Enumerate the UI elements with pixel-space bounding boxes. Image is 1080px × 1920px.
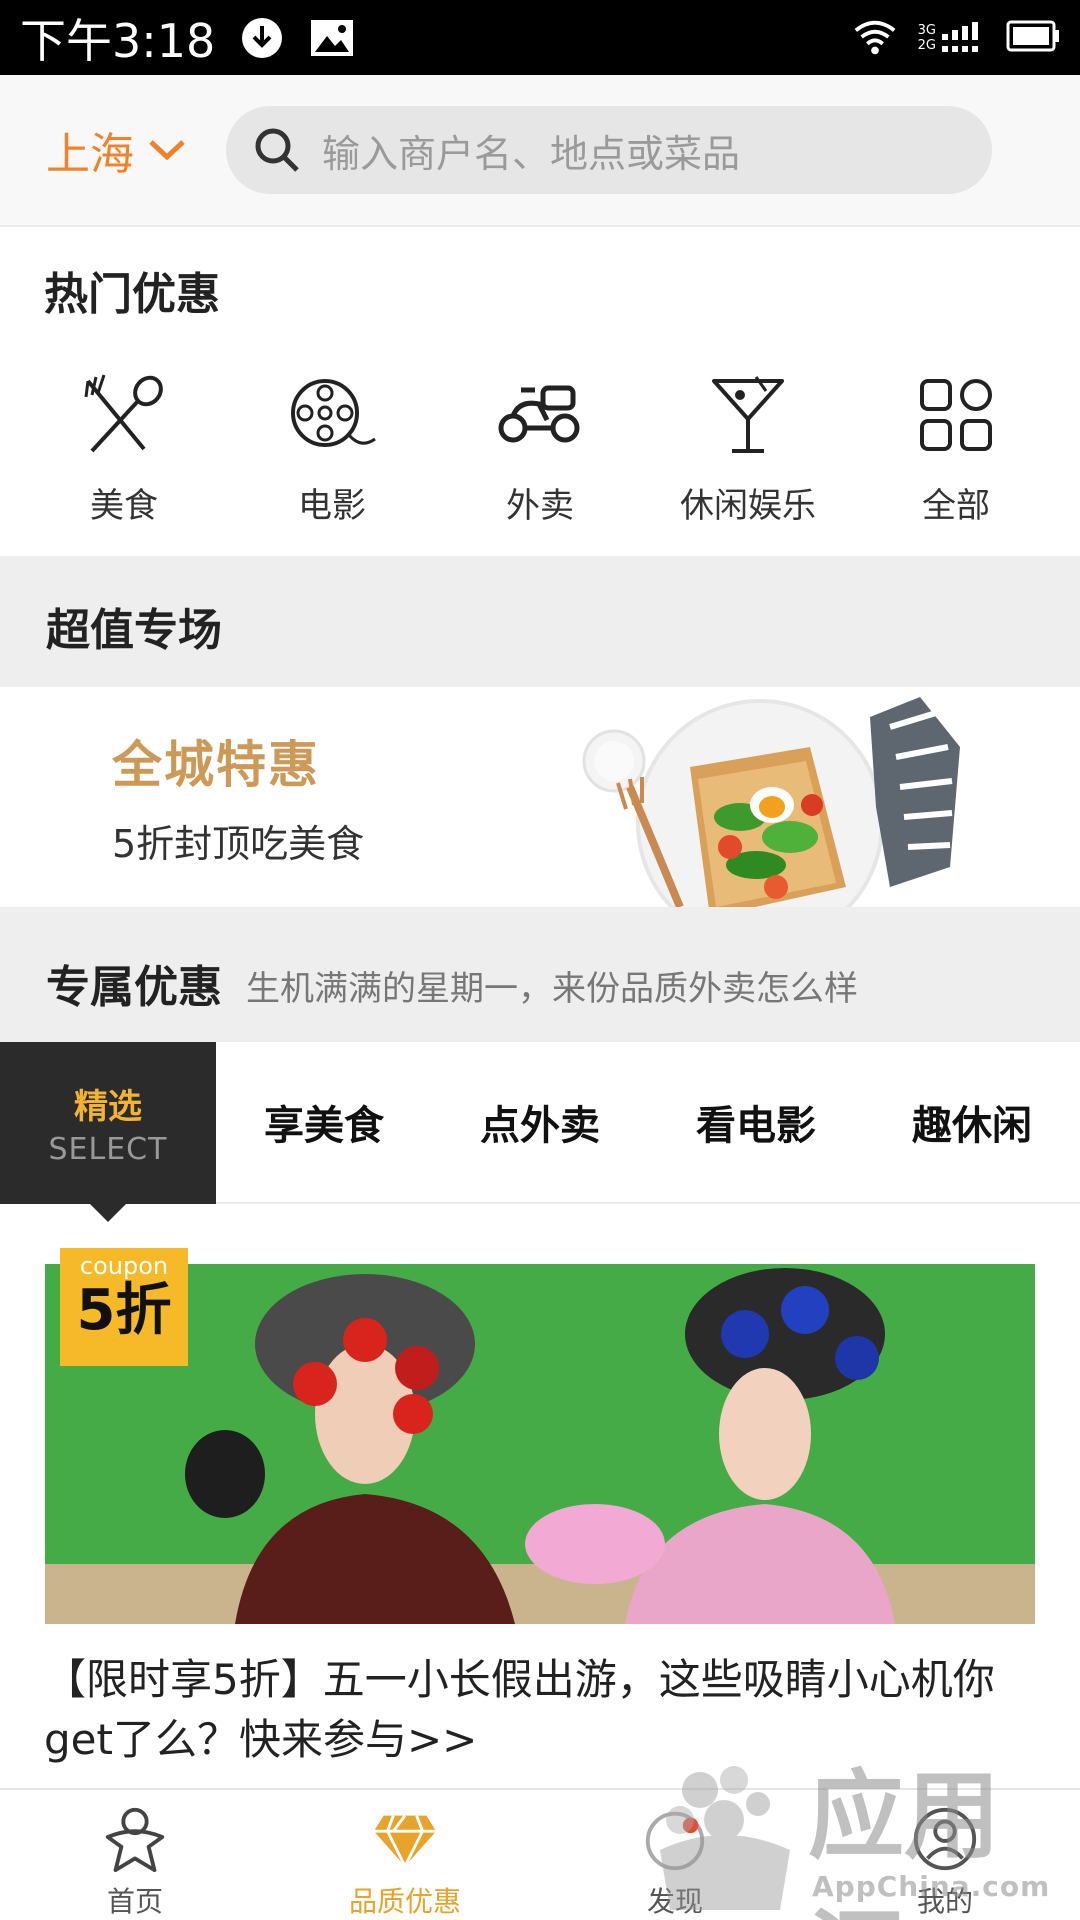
- nav-quality-deals[interactable]: 品质优惠: [270, 1790, 540, 1920]
- nav-home[interactable]: 首页: [0, 1790, 270, 1920]
- nav-label: 首页: [106, 1885, 163, 1918]
- coupon-badge: coupon 5折: [60, 1248, 188, 1366]
- category-all[interactable]: 全部: [866, 370, 1046, 527]
- category-label: 休闲娱乐: [680, 486, 816, 526]
- promo-title: 全城特惠: [112, 736, 320, 794]
- category-label: 全部: [922, 486, 990, 526]
- battery-icon: [1006, 20, 1060, 56]
- download-icon: [239, 15, 285, 61]
- super-value-header: 超值专场: [0, 556, 1080, 687]
- category-leisure[interactable]: 休闲娱乐: [658, 370, 838, 527]
- salad-plate-image: [582, 697, 960, 907]
- exclusive-subtitle: 生机满满的星期一，来份品质外卖怎么样: [246, 969, 858, 1009]
- tab-select-en: SELECT: [48, 1132, 168, 1167]
- promo-banner[interactable]: 全城特惠 5折封顶吃美食: [0, 687, 1080, 907]
- exclusive-title: 专属优惠: [46, 962, 222, 1013]
- chevron-down-icon: [149, 140, 185, 161]
- promo-subtitle: 5折封顶吃美食: [112, 822, 365, 866]
- network-2g-label: 2G: [917, 37, 936, 53]
- film-reel-icon: [287, 370, 377, 460]
- coupon-label: coupon: [79, 1252, 169, 1280]
- city-selector[interactable]: 上海: [46, 118, 186, 182]
- bottom-nav: 首页 品质优惠 发现 我的: [0, 1788, 1080, 1920]
- city-label: 上海: [46, 129, 134, 180]
- nav-discover[interactable]: 发现: [540, 1790, 810, 1920]
- scooter-icon: [495, 370, 585, 460]
- user-icon: [913, 1807, 977, 1871]
- wifi-icon: [852, 15, 898, 61]
- category-row: 美食 电影 外卖 休闲娱乐 全部: [0, 370, 1080, 527]
- fork-spoon-icon: [79, 370, 169, 460]
- hot-deals-title: 热门优惠: [44, 269, 220, 320]
- feature-image[interactable]: [45, 1264, 1035, 1624]
- search-placeholder: 输入商户名、地点或菜品: [322, 131, 741, 176]
- signal-icon: 3G 2G: [918, 20, 986, 56]
- search-icon: [255, 128, 299, 172]
- network-3g-label: 3G: [917, 22, 936, 38]
- tab-select[interactable]: 精选 SELECT: [0, 1042, 216, 1222]
- image-icon: [309, 15, 355, 61]
- cocktail-icon: [703, 370, 793, 460]
- tab-select-cn: 精选: [74, 1087, 142, 1127]
- coupon-value: 5折: [76, 1278, 172, 1343]
- category-tabs: 精选 SELECT 享美食 点外卖 看电影 趣休闲: [0, 1042, 1080, 1222]
- feature-title[interactable]: 【限时享5折】五一小长假出游，这些吸睛小心机你get了么？快来参与>>: [44, 1650, 1044, 1770]
- search-bar[interactable]: 输入商户名、地点或菜品: [226, 106, 992, 194]
- nav-me[interactable]: 我的: [810, 1790, 1080, 1920]
- nav-label: 发现: [646, 1885, 703, 1918]
- tab-takeout[interactable]: 点外卖: [432, 1042, 648, 1202]
- grid-icon: [911, 370, 1001, 460]
- tab-food[interactable]: 享美食: [216, 1042, 432, 1202]
- exclusive-header: 专属优惠 生机满满的星期一，来份品质外卖怎么样: [0, 907, 1080, 1042]
- nav-label: 我的: [916, 1885, 973, 1918]
- super-value-title: 超值专场: [46, 605, 222, 656]
- category-label: 电影: [298, 486, 366, 526]
- top-header: 上海 输入商户名、地点或菜品: [0, 75, 1080, 227]
- category-takeout[interactable]: 外卖: [450, 370, 630, 527]
- category-movie[interactable]: 电影: [242, 370, 422, 527]
- diamond-icon: [373, 1814, 437, 1870]
- nav-label: 品质优惠: [348, 1885, 461, 1918]
- category-label: 外卖: [506, 486, 574, 526]
- category-label: 美食: [90, 486, 158, 526]
- status-time: 下午3:18: [20, 13, 216, 68]
- tab-movie[interactable]: 看电影: [648, 1042, 864, 1202]
- home-figure-icon: [105, 1807, 165, 1873]
- category-food[interactable]: 美食: [34, 370, 214, 527]
- discover-icon: [645, 1811, 705, 1871]
- tab-leisure[interactable]: 趣休闲: [864, 1042, 1080, 1202]
- status-bar: 下午3:18 3G 2G: [0, 0, 1080, 75]
